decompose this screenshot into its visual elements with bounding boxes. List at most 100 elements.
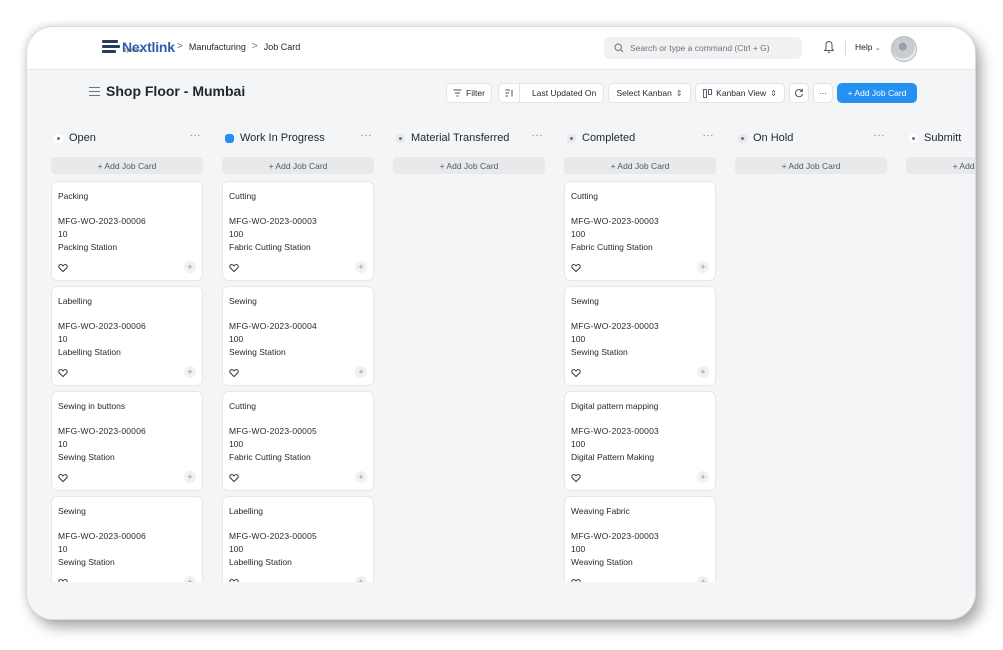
add-job-card-button[interactable]: + Add Job Card: [837, 83, 917, 103]
job-card-operation: Sewing: [571, 296, 599, 306]
logo-mark-icon: [102, 40, 120, 54]
column-indicator-dot[interactable]: [738, 134, 747, 143]
add-job-card-inline-button[interactable]: + Add Job Card: [564, 157, 716, 174]
job-card-workstation: Packing Station: [58, 242, 118, 252]
heart-icon[interactable]: [229, 368, 239, 378]
filter-icon: [453, 89, 462, 97]
add-card-label: + Add Job Card: [439, 160, 499, 171]
job-card[interactable]: Packing MFG-WO-2023-00006 10 Packing Statio…: [51, 181, 203, 281]
column-menu-icon[interactable]: ···: [190, 130, 202, 141]
select-kanban-dropdown[interactable]: Select Kanban ⇕: [608, 83, 691, 103]
breadcrumb-separator: >: [251, 41, 258, 52]
add-job-card-inline-button[interactable]: + Add Job Card: [735, 157, 887, 174]
column-menu-icon[interactable]: ···: [703, 130, 715, 141]
kanban-icon: [703, 88, 713, 98]
job-card[interactable]: Digital pattern mapping MFG-WO-2023-00003…: [564, 391, 716, 491]
column-header: Work In Progress ···: [222, 124, 374, 152]
add-job-card-inline-button[interactable]: + Add Job Card: [393, 157, 545, 174]
job-card[interactable]: Labelling MFG-WO-2023-00006 10 Labelling St…: [51, 286, 203, 386]
avatar[interactable]: [891, 36, 917, 62]
job-card[interactable]: Cutting MFG-WO-2023-00003 100 Fabric Cuttin…: [564, 181, 716, 281]
heart-icon[interactable]: [229, 473, 239, 483]
help-label: Help: [855, 42, 873, 52]
chevron-down-icon: ⌄: [874, 45, 881, 52]
job-card-quantity: 100: [229, 229, 244, 239]
search-input[interactable]: Search or type a command (Ctrl + G): [604, 37, 802, 59]
help-dropdown[interactable]: Help ⌄: [855, 42, 881, 52]
add-assignee-icon[interactable]: +: [184, 471, 196, 483]
sort-order-icon[interactable]: [499, 84, 520, 102]
view-label: Kanban View: [716, 88, 767, 98]
job-card-operation: Labelling: [229, 506, 264, 516]
column-menu-icon[interactable]: ···: [874, 130, 886, 141]
job-card[interactable]: Labelling MFG-WO-2023-00005 100 Labelling S…: [222, 496, 374, 596]
more-icon: ···: [819, 88, 827, 98]
job-card-workstation: Labelling Station: [58, 347, 121, 357]
filter-button[interactable]: Filter: [446, 83, 492, 103]
breadcrumb-manufacturing[interactable]: Manufacturing: [189, 42, 246, 52]
job-card[interactable]: Weaving Fabric MFG-WO-2023-00003 100 Weavin…: [564, 496, 716, 596]
add-assignee-icon[interactable]: +: [697, 471, 709, 483]
job-card-workstation: Sewing Station: [58, 452, 115, 462]
job-card[interactable]: Sewing MFG-WO-2023-00004 100 Sewing Station…: [222, 286, 374, 386]
add-job-card-inline-button[interactable]: + Add Job Card: [906, 157, 975, 174]
breadcrumb-job-card[interactable]: Job Card: [264, 42, 301, 52]
heart-icon[interactable]: [58, 368, 68, 378]
job-card-workstation: Fabric Cutting Station: [229, 242, 311, 252]
add-job-card-inline-button[interactable]: + Add Job Card: [51, 157, 203, 174]
sidebar-toggle-icon[interactable]: [89, 87, 100, 97]
column-title: On Hold: [753, 132, 794, 144]
logo[interactable]: Nextlink: [102, 36, 175, 58]
job-card-work-order: MFG-WO-2023-00004: [229, 321, 317, 331]
chevron-updown-icon: ⇕: [675, 88, 683, 98]
job-card-quantity: 10: [58, 439, 68, 449]
add-assignee-icon[interactable]: +: [697, 366, 709, 378]
job-card-operation: Cutting: [229, 191, 256, 201]
column-indicator-dot[interactable]: [396, 134, 405, 143]
job-card-operation: Sewing: [229, 296, 257, 306]
heart-icon[interactable]: [229, 263, 239, 273]
add-assignee-icon[interactable]: +: [184, 261, 196, 273]
column-menu-icon[interactable]: ···: [532, 130, 544, 141]
column-indicator-dot[interactable]: [909, 134, 918, 143]
view-switcher-dropdown[interactable]: Kanban View ⇕: [695, 83, 785, 103]
add-job-card-inline-button[interactable]: + Add Job Card: [222, 157, 374, 174]
add-assignee-icon[interactable]: +: [355, 366, 367, 378]
column-header: Material Transferred ···: [393, 124, 545, 152]
job-card-operation: Cutting: [571, 191, 598, 201]
job-card-quantity: 10: [58, 229, 68, 239]
job-card-workstation: Sewing Station: [229, 347, 286, 357]
heart-icon[interactable]: [58, 263, 68, 273]
job-card[interactable]: Cutting MFG-WO-2023-00003 100 Fabric Cuttin…: [222, 181, 374, 281]
job-card-work-order: MFG-WO-2023-00006: [58, 531, 146, 541]
job-card-operation: Sewing: [58, 506, 86, 516]
heart-icon[interactable]: [571, 473, 581, 483]
navbar: Nextlink Systems > Manufacturing > Job C…: [27, 27, 975, 70]
job-card[interactable]: SewingMFG-WO-2023-0000610Sewing Station+: [51, 496, 203, 596]
job-card[interactable]: Cutting MFG-WO-2023-00005 100 Fabric Cuttin…: [222, 391, 374, 491]
refresh-button[interactable]: [789, 83, 809, 103]
search-icon: [614, 43, 624, 53]
heart-icon[interactable]: [571, 368, 581, 378]
bell-icon[interactable]: [823, 40, 835, 54]
more-actions-button[interactable]: ···: [813, 83, 833, 103]
job-card[interactable]: Sewing MFG-WO-2023-00003 100 Sewing Station…: [564, 286, 716, 386]
add-assignee-icon[interactable]: +: [184, 366, 196, 378]
job-card[interactable]: Sewing in buttons MFG-WO-2023-00006 10 Sewi…: [51, 391, 203, 491]
job-card-workstation: Labelling Station: [229, 557, 292, 567]
add-assignee-icon[interactable]: +: [355, 261, 367, 273]
column-title: Open: [69, 132, 96, 144]
column-indicator-dot[interactable]: [54, 134, 63, 143]
job-card-quantity: 10: [58, 544, 68, 554]
heart-icon[interactable]: [571, 263, 581, 273]
column-indicator-dot[interactable]: [225, 134, 234, 143]
column-menu-icon[interactable]: ···: [361, 130, 373, 141]
add-assignee-icon[interactable]: +: [355, 471, 367, 483]
add-assignee-icon[interactable]: +: [697, 261, 709, 273]
select-kanban-label: Select Kanban: [616, 88, 672, 98]
column-indicator-dot[interactable]: [567, 134, 576, 143]
column-title: Completed: [582, 132, 636, 144]
sort-button[interactable]: Last Updated On: [498, 83, 604, 103]
job-card-operation: Labelling: [58, 296, 93, 306]
heart-icon[interactable]: [58, 473, 68, 483]
